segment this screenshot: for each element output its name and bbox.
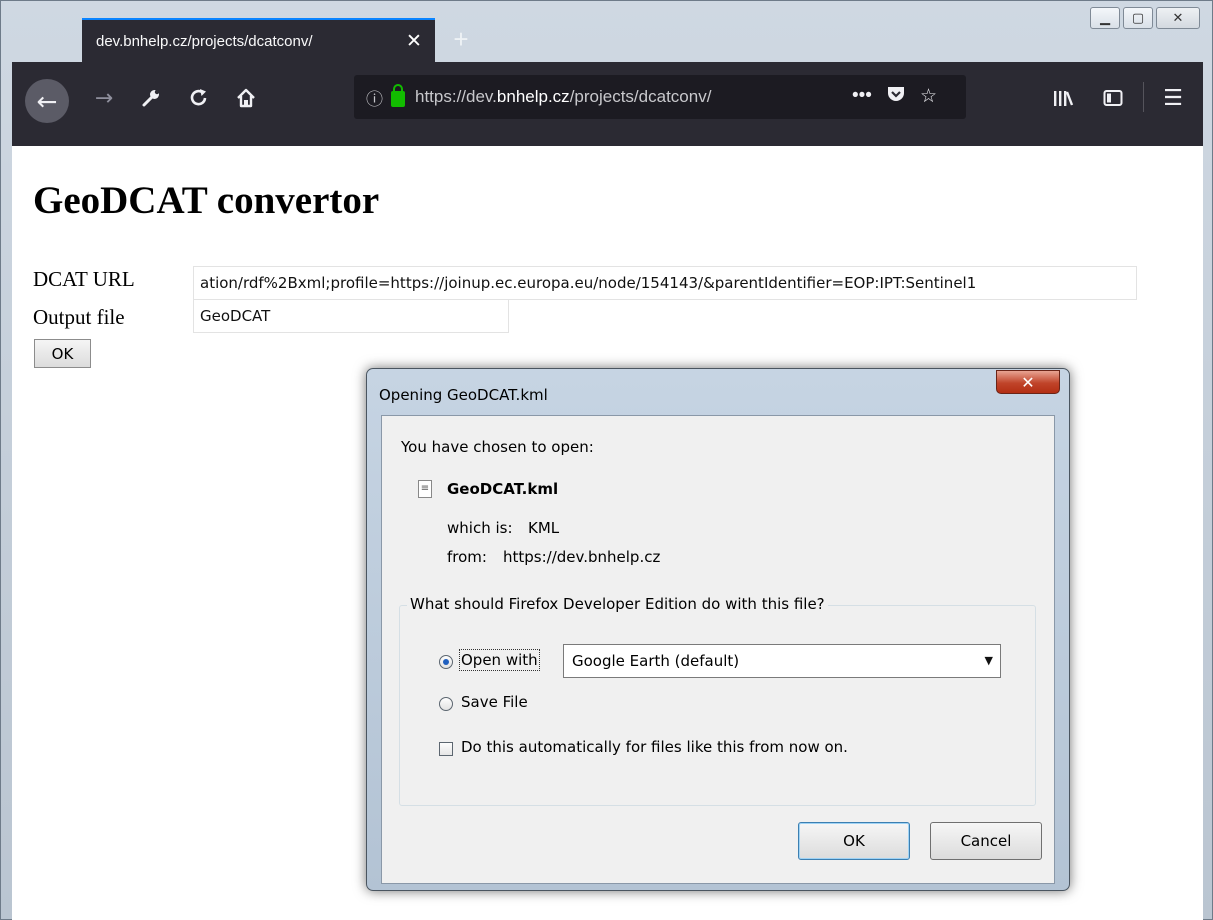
open-file-dialog: Opening GeoDCAT.kml ✕ You have chosen to… — [366, 368, 1070, 891]
dcat-url-label: DCAT URL — [33, 267, 135, 291]
maximize-button[interactable]: ▢ — [1123, 7, 1153, 29]
which-is-label: which is: — [447, 519, 513, 537]
dialog-close-button[interactable]: ✕ — [996, 370, 1060, 394]
save-file-label[interactable]: Save File — [461, 693, 528, 711]
info-icon[interactable]: ⓘ — [366, 85, 383, 110]
output-file-input[interactable]: GeoDCAT — [193, 299, 509, 333]
from-label: from: — [447, 548, 487, 566]
reload-icon[interactable] — [179, 78, 219, 118]
window-controls: ▁ ▢ ✕ — [1090, 7, 1200, 29]
file-icon: ≡ — [418, 480, 432, 498]
page-title: GeoDCAT convertor — [33, 179, 380, 222]
dialog-intro: You have chosen to open: — [401, 438, 594, 456]
address-bar[interactable]: ⓘ https://dev.bnhelp.cz/projects/dcatcon… — [354, 75, 966, 119]
back-arrow-icon[interactable]: ← — [25, 79, 69, 123]
window-close-button[interactable]: ✕ — [1156, 7, 1200, 29]
library-icon[interactable] — [1043, 78, 1083, 118]
url-actions: ••• ☆ — [852, 85, 937, 109]
dialog-cancel-button[interactable]: Cancel — [930, 822, 1042, 860]
tab-dcatconv[interactable]: dev.bnhelp.cz/projects/dcatconv/ ✕ — [82, 18, 435, 62]
auto-label[interactable]: Do this automatically for files like thi… — [461, 738, 848, 756]
auto-checkbox[interactable] — [439, 742, 453, 756]
open-with-radio[interactable] — [439, 655, 453, 669]
file-name: GeoDCAT.kml — [447, 480, 559, 498]
open-with-selected: Google Earth (default) — [572, 652, 740, 670]
wrench-icon[interactable] — [131, 78, 171, 118]
new-tab-icon[interactable]: + — [447, 25, 475, 55]
dialog-ok-button[interactable]: OK — [798, 822, 910, 860]
open-with-label[interactable]: Open with — [459, 649, 540, 671]
minimize-button[interactable]: ▁ — [1090, 7, 1120, 29]
more-actions-icon[interactable]: ••• — [852, 85, 872, 109]
save-file-radio[interactable] — [439, 697, 453, 711]
tab-title: dev.bnhelp.cz/projects/dcatconv/ — [96, 32, 313, 50]
output-file-label: Output file — [33, 305, 125, 329]
open-with-select[interactable]: Google Earth (default) ▼ — [563, 644, 1001, 678]
toolbar-separator — [1143, 82, 1144, 112]
submit-button[interactable]: OK — [34, 339, 91, 368]
forward-arrow-icon[interactable]: → — [84, 78, 124, 118]
lock-icon[interactable] — [391, 84, 405, 107]
navigation-toolbar: ← → ⓘ https://dev.bnhelp.cz/projects/dca… — [12, 62, 1203, 146]
browser-window: ▁ ▢ ✕ dev.bnhelp.cz/projects/dcatconv/ ✕… — [0, 0, 1213, 920]
chevron-down-icon: ▼ — [984, 654, 993, 667]
sidebar-icon[interactable] — [1093, 78, 1133, 118]
pocket-icon[interactable] — [886, 85, 906, 109]
url-text[interactable]: https://dev.bnhelp.cz/projects/dcatconv/ — [415, 87, 820, 107]
dialog-title: Opening GeoDCAT.kml — [379, 386, 548, 404]
hamburger-menu-icon[interactable]: ☰ — [1153, 78, 1193, 118]
which-is-value: KML — [528, 519, 560, 537]
home-icon[interactable] — [226, 78, 266, 118]
tab-close-icon[interactable]: ✕ — [399, 30, 429, 53]
file-action-group-title: What should Firefox Developer Edition do… — [407, 595, 828, 613]
star-icon[interactable]: ☆ — [920, 85, 937, 109]
dialog-body: You have chosen to open: ≡ GeoDCAT.kml w… — [381, 415, 1055, 884]
dcat-url-input[interactable]: ation/rdf%2Bxml;profile=https://joinup.e… — [193, 266, 1137, 300]
from-value: https://dev.bnhelp.cz — [503, 548, 661, 566]
